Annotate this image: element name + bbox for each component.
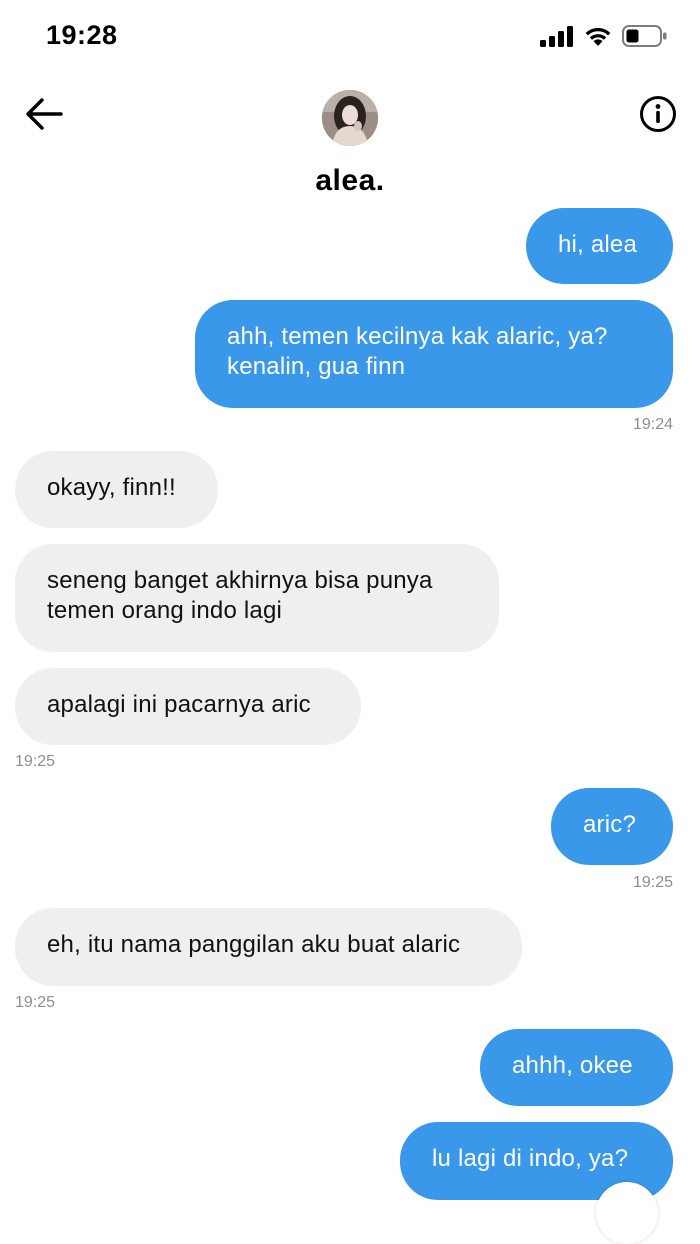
message-text: hi, alea [558, 231, 637, 258]
message-text: ahhh, okee [512, 1052, 633, 1079]
received-message-bubble[interactable]: apalagi ini pacarnya aric [15, 668, 361, 745]
scroll-down-button[interactable] [596, 1182, 658, 1244]
message-text: okayy, finn!! [47, 474, 176, 501]
message-text: lu lagi di indo, ya? [432, 1145, 629, 1172]
message-list: hi, alea ahh, temen kecilnya kak alaric,… [0, 0, 700, 1244]
received-message-bubble[interactable]: okayy, finn!! [15, 451, 218, 528]
message-text: apalagi ini pacarnya aric [47, 691, 311, 718]
message-timestamp: 19:25 [15, 753, 56, 770]
message-text: aric? [583, 811, 637, 838]
sent-message-bubble[interactable]: aric? [551, 788, 673, 865]
message-timestamp: 19:24 [632, 416, 673, 433]
message-timestamp: 19:25 [632, 874, 673, 891]
received-message-bubble[interactable]: seneng banget akhirnya bisa punya temen … [15, 544, 499, 652]
received-message-bubble[interactable]: eh, itu nama panggilan aku buat alaric [15, 908, 522, 986]
message-timestamp: 19:25 [15, 994, 56, 1011]
message-text: eh, itu nama panggilan aku buat alaric [47, 931, 461, 958]
sent-message-bubble[interactable]: hi, alea [526, 208, 673, 284]
message-text: ahh, temen kecilnya kak alaric, ya? kena… [227, 323, 608, 380]
sent-message-bubble[interactable]: ahh, temen kecilnya kak alaric, ya? kena… [195, 300, 673, 408]
sent-message-bubble[interactable]: ahhh, okee [480, 1029, 673, 1106]
message-text: seneng banget akhirnya bisa punya temen … [47, 567, 433, 624]
